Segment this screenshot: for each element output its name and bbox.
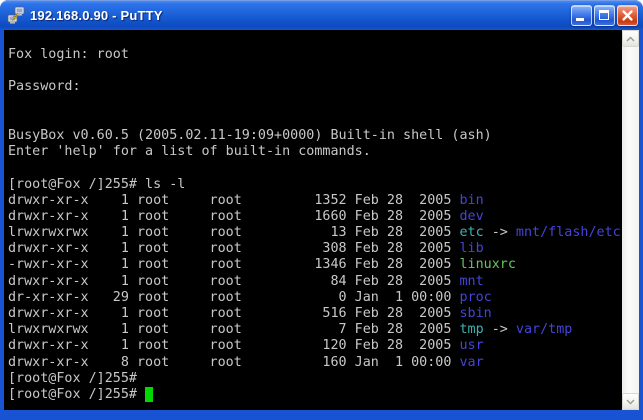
terminal-text: bin [459,193,483,208]
terminal-text: drwxr-xr-x 1 root root 1660 Feb 28 2005 [8,209,459,224]
terminal-text: -> [484,225,516,240]
terminal-text: BusyBox v0.60.5 (2005.02.11-19:09+0000) … [8,128,492,143]
window-body: Fox login: root Password: BusyBox v0.60.5 … [0,30,643,415]
minimize-button[interactable] [571,5,592,26]
terminal-text: -rwxr-xr-x 1 root root 1346 Feb 28 2005 [8,257,459,272]
terminal-line: Password: [8,79,622,95]
terminal-text: sbin [459,306,491,321]
putty-window: 192.168.0.90 - PuTTY Fox login: root Pass… [0,0,643,420]
terminal-line [8,112,622,128]
terminal-line: drwxr-xr-x 1 root root 516 Feb 28 2005 s… [8,306,622,322]
terminal-text: proc [459,290,491,305]
terminal-line: drwxr-xr-x 1 root root 1352 Feb 28 2005 … [8,193,622,209]
scrollbar-track[interactable] [622,47,639,393]
terminal-line: [root@Fox /]255# ls -l [8,177,622,193]
terminal-line: drwxr-xr-x 1 root root 84 Feb 28 2005 mn… [8,274,622,290]
terminal-line: -rwxr-xr-x 1 root root 1346 Feb 28 2005 … [8,257,622,273]
terminal-line: drwxr-xr-x 1 root root 120 Feb 28 2005 u… [8,338,622,354]
terminal-cursor [145,387,153,402]
terminal-text: drwxr-xr-x 1 root root 84 Feb 28 2005 [8,274,459,289]
terminal-line [8,96,622,112]
terminal-text: Password: [8,79,81,94]
close-icon [621,9,634,22]
chevron-down-icon [626,399,635,405]
terminal-text: usr [459,338,483,353]
terminal-line: Fox login: root [8,47,622,63]
terminal-text: mnt [459,274,483,289]
terminal-text: linuxrc [459,257,515,272]
maximize-button[interactable] [594,5,615,26]
terminal-line: BusyBox v0.60.5 (2005.02.11-19:09+0000) … [8,128,622,144]
terminal-text: [root@Fox /]255# [8,371,137,386]
terminal-text: tmp [459,322,483,337]
terminal-line: lrwxrwxrwx 1 root root 13 Feb 28 2005 et… [8,225,622,241]
terminal-text: drwxr-xr-x 1 root root 120 Feb 28 2005 [8,338,459,353]
scrollbar[interactable] [622,30,639,410]
terminal-line: [root@Fox /]255# [8,387,622,403]
terminal-line: drwxr-xr-x 8 root root 160 Jan 1 00:00 v… [8,355,622,371]
window-title: 192.168.0.90 - PuTTY [30,8,571,23]
terminal-line: drwxr-xr-x 1 root root 308 Feb 28 2005 l… [8,241,622,257]
terminal-text: var [459,355,483,370]
terminal-line [8,63,622,79]
terminal-text: [root@Fox /]255# [8,387,145,402]
terminal-text: [root@Fox /]255# ls -l [8,177,185,192]
close-button[interactable] [617,5,638,26]
maximize-icon [599,10,609,20]
scroll-down-button[interactable] [622,393,639,410]
terminal-text: dev [459,209,483,224]
terminal-line: dr-xr-xr-x 29 root root 0 Jan 1 00:00 pr… [8,290,622,306]
minimize-icon [576,18,584,21]
terminal-line [8,160,622,176]
terminal-text: mnt/flash/etc [516,225,621,240]
terminal-line: Enter 'help' for a list of built-in comm… [8,144,622,160]
terminal-screen[interactable]: Fox login: root Password: BusyBox v0.60.5 … [4,30,622,410]
terminal-line: [root@Fox /]255# [8,371,622,387]
terminal-line: drwxr-xr-x 1 root root 1660 Feb 28 2005 … [8,209,622,225]
terminal-text: lrwxrwxrwx 1 root root 7 Feb 28 2005 [8,322,459,337]
terminal-text: Enter 'help' for a list of built-in comm… [8,144,371,159]
scroll-up-button[interactable] [622,30,639,47]
terminal-text: drwxr-xr-x 8 root root 160 Jan 1 00:00 [8,355,459,370]
terminal-text: dr-xr-xr-x 29 root root 0 Jan 1 00:00 [8,290,459,305]
terminal-text: lib [459,241,483,256]
putty-terminals-icon [7,6,25,24]
terminal-line: lrwxrwxrwx 1 root root 7 Feb 28 2005 tmp… [8,322,622,338]
titlebar-buttons [571,5,638,26]
terminal-text: lrwxrwxrwx 1 root root 13 Feb 28 2005 [8,225,459,240]
terminal-text: drwxr-xr-x 1 root root 516 Feb 28 2005 [8,306,459,321]
terminal-text: Fox login: root [8,47,129,62]
chevron-up-icon [626,36,635,42]
terminal-text: drwxr-xr-x 1 root root 1352 Feb 28 2005 [8,193,459,208]
titlebar[interactable]: 192.168.0.90 - PuTTY [0,0,643,30]
putty-app-icon[interactable] [6,5,26,25]
terminal-text: drwxr-xr-x 1 root root 308 Feb 28 2005 [8,241,459,256]
terminal-text: etc [459,225,483,240]
terminal-text: -> [484,322,516,337]
terminal-text: var/tmp [516,322,572,337]
